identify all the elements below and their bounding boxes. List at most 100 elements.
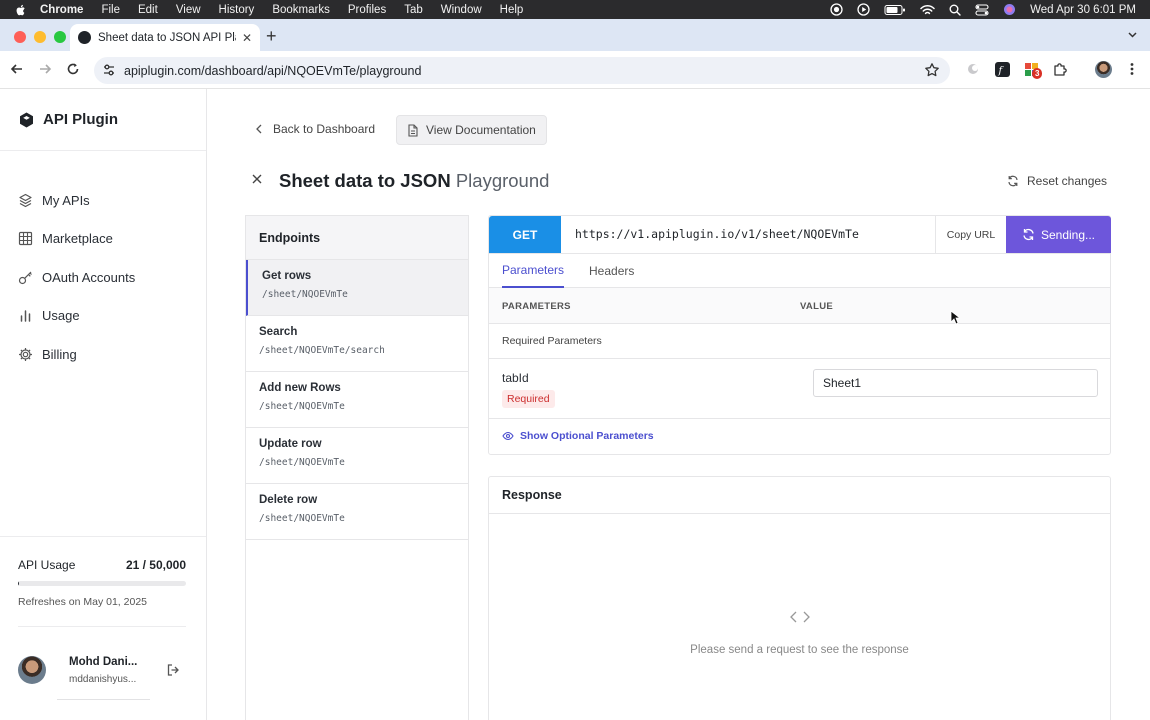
sidebar-item-oauth-accounts[interactable]: OAuth Accounts	[18, 258, 135, 297]
sidebar-item-my-apis[interactable]: My APIs	[18, 181, 135, 220]
menu-bookmarks[interactable]: Bookmarks	[272, 4, 330, 16]
new-tab-icon[interactable]: +	[266, 27, 277, 45]
sidebar-item-marketplace[interactable]: Marketplace	[18, 220, 135, 259]
menu-window[interactable]: Window	[441, 4, 482, 16]
required-badge: Required	[502, 390, 555, 408]
record-icon[interactable]	[830, 3, 843, 16]
sync-spinner-icon	[1023, 228, 1034, 241]
chevron-down-icon[interactable]	[1127, 29, 1138, 40]
menu-tab[interactable]: Tab	[404, 4, 423, 16]
forward-arrow-icon[interactable]	[38, 62, 52, 76]
sidebar-item-usage[interactable]: Usage	[18, 297, 135, 336]
search-icon[interactable]	[949, 4, 961, 16]
endpoint-name: Get rows	[262, 270, 312, 282]
tab-headers[interactable]: Headers	[589, 254, 634, 288]
reset-changes-button[interactable]: Reset changes	[1007, 174, 1107, 188]
site-settings-icon[interactable]	[102, 63, 116, 77]
menu-profiles[interactable]: Profiles	[348, 4, 386, 16]
menu-help[interactable]: Help	[500, 4, 524, 16]
endpoint-delete-row[interactable]: Delete row /sheet/NQOEVmTe	[246, 484, 468, 540]
request-url[interactable]: https://v1.apiplugin.io/v1/sheet/NQOEVmT…	[575, 227, 859, 241]
back-to-dashboard-link[interactable]: Back to Dashboard	[255, 122, 375, 136]
menu-history[interactable]: History	[219, 4, 255, 16]
sidebar-item-label: Usage	[42, 308, 80, 324]
brand-name: API Plugin	[43, 111, 118, 128]
column-header-value: VALUE	[800, 301, 833, 312]
menu-file[interactable]: File	[101, 4, 120, 16]
parameter-name: tabId	[502, 371, 529, 385]
formula-extension-icon[interactable]: f	[995, 62, 1010, 77]
endpoint-search[interactable]: Search /sheet/NQOEVmTe/search	[246, 316, 468, 372]
minimize-window-button[interactable]	[34, 31, 46, 43]
response-empty-message: Please send a request to see the respons…	[690, 644, 909, 656]
usage-value: 21 / 50,000	[125, 558, 186, 572]
parameter-value-input[interactable]	[813, 369, 1098, 397]
endpoint-path: /sheet/NQOEVmTe	[259, 513, 345, 524]
more-vertical-icon[interactable]	[1126, 62, 1138, 76]
usage-progress-bar	[18, 581, 186, 586]
http-method-badge[interactable]: GET	[489, 216, 561, 253]
wifi-icon[interactable]	[920, 4, 935, 16]
profile-avatar[interactable]	[1095, 61, 1112, 78]
endpoint-add-new-rows[interactable]: Add new Rows /sheet/NQOEVmTe	[246, 372, 468, 428]
endpoint-get-rows[interactable]: Get rows /sheet/NQOEVmTe	[246, 260, 468, 316]
request-panel: GET https://v1.apiplugin.io/v1/sheet/NQO…	[488, 215, 1111, 455]
menu-edit[interactable]: Edit	[138, 4, 158, 16]
reload-icon[interactable]	[66, 62, 80, 76]
extension-loading-icon[interactable]	[966, 62, 980, 76]
user-profile[interactable]: Mohd Dani... mddanishyus...	[18, 654, 186, 690]
puzzle-extensions-icon[interactable]	[1053, 62, 1068, 77]
browser-tab-active[interactable]: Sheet data to JSON API Playg ✕	[70, 24, 260, 51]
code-brackets-icon	[790, 611, 810, 623]
site-favicon-icon	[78, 31, 91, 44]
bar-chart-icon	[18, 308, 33, 323]
play-icon[interactable]	[857, 3, 870, 16]
bookmark-star-icon[interactable]	[924, 62, 940, 78]
divider	[0, 536, 206, 537]
maximize-window-button[interactable]	[54, 31, 66, 43]
battery-icon[interactable]	[884, 4, 906, 16]
send-request-button[interactable]: Sending...	[1006, 216, 1111, 253]
chevron-left-icon	[256, 124, 262, 134]
logout-icon[interactable]	[166, 663, 180, 677]
close-window-button[interactable]	[14, 31, 26, 43]
usage-refresh-date: Refreshes on May 01, 2025	[18, 596, 147, 608]
view-documentation-button[interactable]: View Documentation	[396, 115, 547, 145]
colorful-extension-icon[interactable]: 3	[1024, 62, 1043, 80]
response-panel: Response Please send a request to see th…	[488, 476, 1111, 720]
optional-label: Show Optional Parameters	[520, 430, 654, 442]
menu-view[interactable]: View	[176, 4, 201, 16]
copy-url-button[interactable]: Copy URL	[936, 216, 1006, 253]
show-optional-parameters-button[interactable]: Show Optional Parameters	[502, 430, 654, 442]
divider	[57, 699, 150, 700]
close-tab-icon[interactable]: ✕	[242, 31, 252, 45]
key-icon	[18, 270, 33, 285]
siri-icon[interactable]	[1003, 3, 1016, 16]
mouse-cursor-icon	[950, 310, 960, 325]
back-arrow-icon[interactable]	[10, 62, 24, 76]
hexagon-logo-icon	[20, 112, 33, 127]
brand-logo[interactable]: API Plugin	[19, 111, 118, 128]
column-header-parameters: PARAMETERS	[502, 301, 571, 312]
reset-label: Reset changes	[1027, 174, 1108, 188]
avatar[interactable]	[18, 656, 46, 684]
apple-icon[interactable]	[14, 3, 28, 17]
extension-badge: 3	[1032, 68, 1043, 79]
menu-clock[interactable]: Wed Apr 30 6:01 PM	[1030, 4, 1136, 16]
request-url-bar: GET https://v1.apiplugin.io/v1/sheet/NQO…	[489, 216, 1111, 253]
endpoint-path: /sheet/NQOEVmTe	[262, 289, 348, 300]
tab-parameters[interactable]: Parameters	[502, 254, 565, 288]
back-label: Back to Dashboard	[273, 122, 376, 136]
sidebar-item-label: Marketplace	[42, 231, 113, 247]
endpoint-name: Search	[259, 326, 298, 338]
address-bar[interactable]: apiplugin.com/dashboard/api/NQOEVmTe/pla…	[94, 57, 950, 84]
app-sidebar: API Plugin My APIs Marketplace OAuth Acc…	[0, 89, 207, 720]
close-icon[interactable]	[251, 173, 263, 185]
sidebar-item-billing[interactable]: Billing	[18, 335, 135, 374]
address-url: apiplugin.com/dashboard/api/NQOEVmTe/pla…	[124, 63, 422, 78]
api-usage-meter: API Usage 21 / 50,000 Refreshes on May 0…	[18, 558, 186, 608]
control-center-icon[interactable]	[975, 3, 989, 16]
menu-app-name[interactable]: Chrome	[40, 4, 83, 16]
refresh-icon	[1008, 175, 1018, 187]
endpoint-update-row[interactable]: Update row /sheet/NQOEVmTe	[246, 428, 468, 484]
